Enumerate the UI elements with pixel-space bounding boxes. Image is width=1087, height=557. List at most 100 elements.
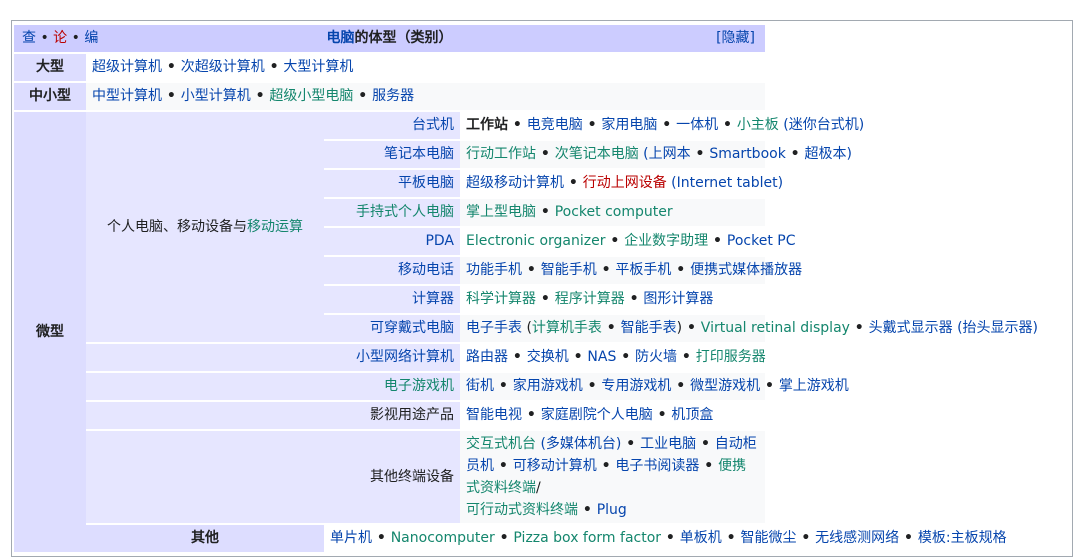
list-item[interactable]: 大型计算机: [265, 59, 354, 75]
list-item[interactable]: 单片机: [330, 530, 372, 546]
list-item[interactable]: 次超级计算机: [162, 59, 265, 75]
group-label-large: 大型: [14, 54, 86, 81]
list-calc: 科学计算器程序计算器图形计算器: [460, 286, 765, 313]
row-medium: 中小型 中型计算机小型计算机超级小型电脑服务器: [14, 83, 1070, 110]
list-item[interactable]: 便携式媒体播放器: [671, 262, 802, 278]
list-other: 交互式机台 (多媒体机台)工业电脑自动柜员机可移动计算机电子书阅读器便携式资料终…: [460, 431, 765, 523]
list-item[interactable]: 超极本): [786, 146, 852, 162]
list-item[interactable]: 防火墙: [616, 349, 677, 365]
group-label-micro: 微型: [14, 112, 86, 552]
list-item[interactable]: 计算机手表: [532, 320, 602, 336]
list-item[interactable]: 街机: [466, 378, 494, 394]
navbox: 查 • 论 • 编 电脑的体型（类别） [隐藏] 大型 超级计算机次超级计算机大…: [11, 20, 1073, 557]
list-item[interactable]: 行动上网设备: [564, 175, 667, 191]
list-item[interactable]: Pizza box form factor: [495, 530, 661, 546]
group-label-medium: 中小型: [14, 83, 86, 110]
list-item[interactable]: 可行动式资料终端: [466, 502, 578, 518]
list-item[interactable]: 超级移动计算机: [466, 175, 564, 191]
list-item[interactable]: 掌上游戏机: [760, 378, 849, 394]
list-item[interactable]: 功能手机: [466, 262, 522, 278]
list-item[interactable]: 家用电脑: [583, 117, 658, 133]
talk-link[interactable]: 论: [53, 30, 67, 46]
list-item[interactable]: 平板手机: [597, 262, 672, 278]
subgroup-label-phone: 移动电话: [324, 257, 460, 284]
list-item[interactable]: 路由器: [466, 349, 508, 365]
list-item[interactable]: 头戴式显示器: [850, 320, 953, 336]
list-item[interactable]: 电竞电脑: [508, 117, 583, 133]
list-others: 单片机NanocomputerPizza box form factor单板机智…: [324, 525, 1070, 552]
list-item[interactable]: Virtual retinal display: [682, 320, 850, 336]
subgroup-label-desktop: 台式机: [324, 112, 460, 139]
list-item[interactable]: 家用游戏机: [494, 378, 583, 394]
subgroup-label-media: 影视用途产品: [86, 402, 460, 429]
list-item[interactable]: (Internet tablet): [671, 175, 783, 191]
list-item[interactable]: (迷你台式机): [783, 117, 864, 133]
list-item[interactable]: 小主板: [718, 117, 779, 133]
list-pda: Electronic organizer企业数字助理Pocket PC: [460, 228, 795, 255]
list-item[interactable]: 小型计算机: [162, 88, 251, 104]
list-item[interactable]: 一体机: [657, 117, 718, 133]
list-item[interactable]: 可移动计算机: [494, 458, 597, 474]
list-item: 工作站: [466, 117, 508, 133]
list-item[interactable]: 专用游戏机: [583, 378, 672, 394]
list-item[interactable]: 微型游戏机: [671, 378, 760, 394]
list-item[interactable]: 模板:主板规格: [899, 530, 1006, 546]
row-large: 大型 超级计算机次超级计算机大型计算机: [14, 54, 1070, 81]
list-item[interactable]: (多媒体机台): [540, 436, 621, 452]
mobile-computing-link[interactable]: 移动运算: [247, 219, 303, 235]
list-item[interactable]: 掌上型电脑: [466, 204, 536, 220]
list-item[interactable]: 电子手表: [466, 320, 522, 336]
list-item[interactable]: 智能手表: [602, 320, 677, 336]
row-game: 电子游戏机 街机家用游戏机专用游戏机微型游戏机掌上游戏机: [14, 373, 1070, 400]
row-network: 小型网络计算机 路由器交换机NAS防火墙打印服务器: [14, 344, 1070, 371]
edit-link[interactable]: 编: [84, 30, 98, 46]
row-media: 影视用途产品 智能电视家庭剧院个人电脑机顶盒: [14, 402, 1070, 429]
list-item[interactable]: 机顶盒: [653, 407, 714, 423]
list-item[interactable]: 家庭剧院个人电脑: [522, 407, 653, 423]
subgroup-label-calc: 计算器: [324, 286, 460, 313]
list-item[interactable]: 电子书阅读器: [597, 458, 700, 474]
list-item[interactable]: 中型计算机: [92, 88, 162, 104]
view-link[interactable]: 查: [22, 30, 36, 46]
list-item[interactable]: 智能手机: [522, 262, 597, 278]
list-item[interactable]: 企业数字助理: [605, 233, 708, 249]
navbox-table: 查 • 论 • 编 电脑的体型（类别） [隐藏] 大型 超级计算机次超级计算机大…: [14, 23, 1070, 554]
list-item[interactable]: NAS: [569, 349, 617, 365]
list-item[interactable]: 程序计算器: [536, 291, 625, 307]
list-item[interactable]: 交换机: [508, 349, 569, 365]
list-wearable: 电子手表 (计算机手表智能手表)Virtual retinal display头…: [460, 315, 1038, 342]
subgroup-label-wearable: 可穿戴式电脑: [324, 315, 460, 342]
list-item[interactable]: 无线感测网络: [796, 530, 899, 546]
list-item[interactable]: (上网本: [643, 146, 690, 162]
list-item[interactable]: 行动工作站: [466, 146, 536, 162]
list-item[interactable]: 服务器: [353, 88, 414, 104]
hide-toggle[interactable]: [隐藏]: [716, 25, 755, 52]
subgroup-label-laptop: 笔记本电脑: [324, 141, 460, 168]
list-item[interactable]: (抬头显示器): [957, 320, 1038, 336]
list-item[interactable]: 工业电脑: [621, 436, 696, 452]
list-item[interactable]: Pocket PC: [708, 233, 795, 249]
list-item[interactable]: Pocket computer: [536, 204, 673, 220]
title-link[interactable]: 电脑: [327, 30, 355, 46]
list-item[interactable]: 智能微尘: [722, 530, 797, 546]
list-item[interactable]: 超级计算机: [92, 59, 162, 75]
list-item[interactable]: 次笔记本电脑: [536, 146, 639, 162]
list-item[interactable]: Nanocomputer: [372, 530, 495, 546]
list-phone: 功能手机智能手机平板手机便携式媒体播放器: [460, 257, 802, 284]
list-item[interactable]: 科学计算器: [466, 291, 536, 307]
list-item[interactable]: Electronic organizer: [466, 233, 605, 249]
group-label-others: 其他: [86, 525, 324, 552]
subgroup-label-other: 其他终端设备: [86, 431, 460, 523]
list-item[interactable]: Smartbook: [691, 146, 786, 162]
list-item[interactable]: 超级小型电脑: [251, 88, 354, 104]
list-item[interactable]: 图形计算器: [625, 291, 714, 307]
list-item[interactable]: 打印服务器: [677, 349, 766, 365]
list-item[interactable]: 单板机: [661, 530, 722, 546]
list-handheld: 掌上型电脑Pocket computer: [460, 199, 765, 226]
navbox-title: 电脑的体型（类别）: [326, 30, 453, 46]
list-medium: 中型计算机小型计算机超级小型电脑服务器: [86, 83, 765, 110]
list-item[interactable]: 智能电视: [466, 407, 522, 423]
list-item[interactable]: 交互式机台: [466, 436, 536, 452]
list-item[interactable]: Plug: [578, 502, 627, 518]
list-desktop: 工作站电竞电脑家用电脑一体机小主板 (迷你台式机): [460, 112, 864, 139]
